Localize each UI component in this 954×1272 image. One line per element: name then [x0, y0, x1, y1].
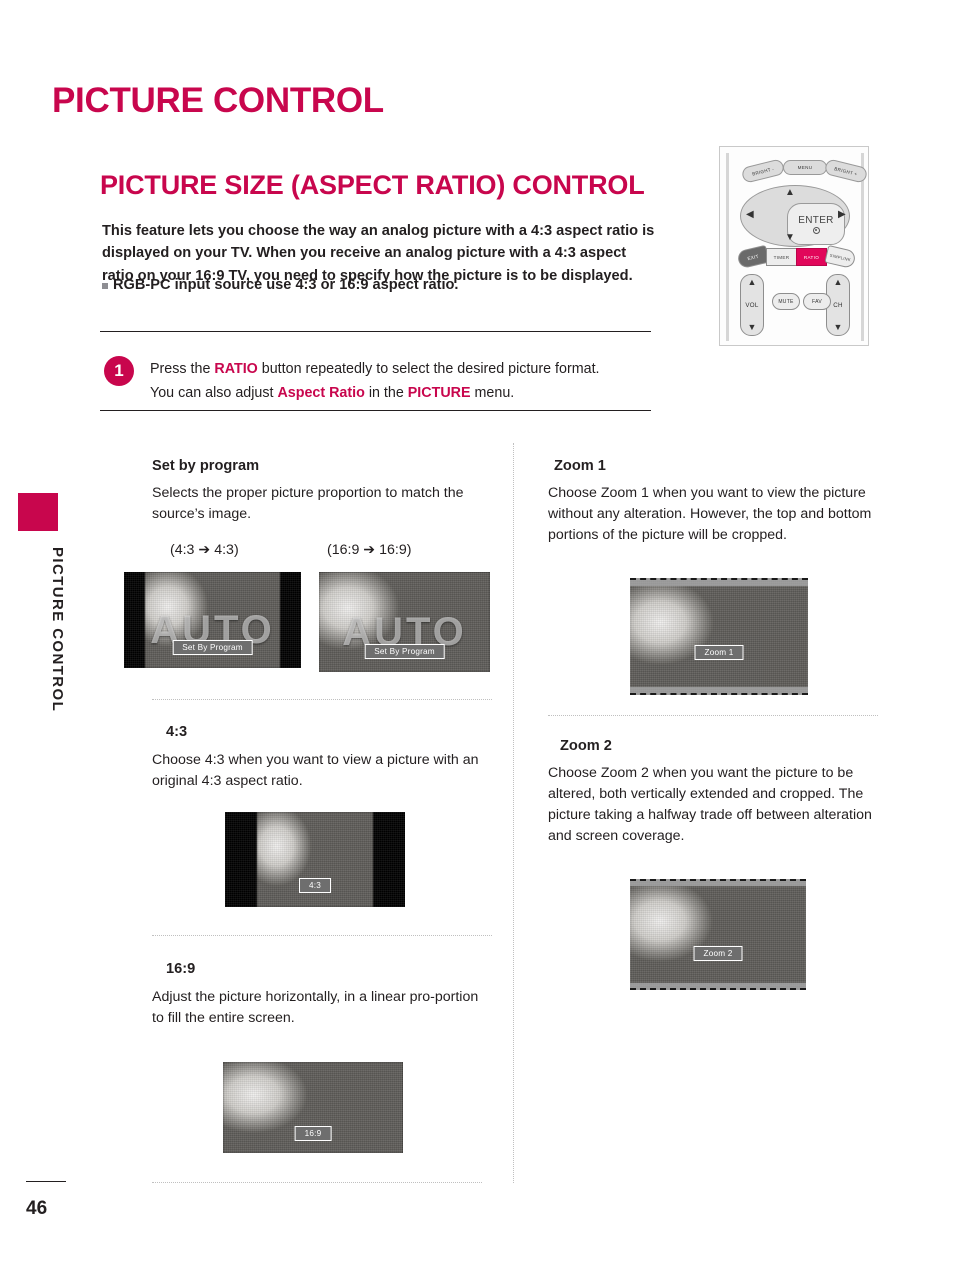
remote-button-simplink[interactable]: SIMPLINK [824, 244, 857, 270]
osd-label-zoom-2: Zoom 2 [693, 946, 743, 961]
section-title: PICTURE SIZE (ASPECT RATIO) CONTROL [100, 170, 645, 201]
heading-16-9: 16:9 [166, 961, 196, 977]
osd-label-zoom-1: Zoom 1 [694, 645, 744, 660]
step-rule-bottom [100, 410, 651, 411]
osd-label-16-9: 16:9 [294, 1126, 332, 1141]
heading-set-by-program: Set by program [152, 458, 260, 474]
remote-volume-label: VOL [745, 301, 759, 309]
osd-label-set-by-program: Set By Program [172, 640, 253, 655]
screen-grain-overlay [630, 578, 808, 695]
screenshot-16-9: 16:9 [223, 1062, 403, 1153]
crop-dashed-line-bottom [630, 988, 806, 990]
remote-channel-down-icon[interactable]: ▼ [834, 323, 843, 332]
screenshot-zoom-2: Zoom 2 [630, 879, 806, 990]
remote-channel-label: CH [833, 301, 843, 309]
remote-channel-up-icon[interactable]: ▲ [834, 278, 843, 287]
separator-left-1 [152, 699, 492, 700]
separator-left-3 [152, 1182, 482, 1183]
step-line2-part3: menu. [470, 385, 515, 401]
heading-zoom-2: Zoom 2 [560, 738, 612, 754]
body-zoom-1: Choose Zoom 1 when you want to view the … [548, 485, 872, 543]
remote-volume-up-icon[interactable]: ▲ [748, 278, 757, 287]
heading-zoom-1: Zoom 1 [554, 458, 606, 474]
remote-button-ratio[interactable]: RATIO [796, 248, 827, 266]
separator-left-2 [152, 935, 492, 936]
screenshot-set-by-program-16-9: AUTO Set By Program [319, 572, 490, 672]
remote-dpad[interactable]: ENTER [740, 185, 850, 247]
remote-button-mute[interactable]: MUTE [772, 293, 800, 310]
column-divider [513, 443, 514, 1183]
remote-button-fav[interactable]: FAV [803, 293, 831, 310]
remote-enter-dot-icon [812, 226, 820, 234]
screenshot-set-by-program-4-3: AUTO Set By Program [124, 572, 301, 668]
step-line1-part1: Press the [150, 361, 215, 377]
chapter-side-label: PICTURE CONTROL [49, 547, 66, 713]
remote-control-illustration: BRIGHT - MENU BRIGHT + ENTER ▲ ▼ ◀ ▶ EXI… [719, 146, 869, 346]
section-bullet-item: RGB-PC input source use 4:3 or 16:9 aspe… [102, 274, 658, 296]
remote-arrow-up-icon[interactable]: ▲ [785, 188, 795, 198]
remote-enter-label: ENTER [798, 214, 834, 226]
screen-grain-overlay [630, 879, 806, 990]
body-16-9: Adjust the picture horizontally, in a li… [152, 989, 479, 1026]
bullet-square-icon [102, 283, 108, 289]
step-instruction-text: Press the RATIO button repeatedly to sel… [150, 357, 650, 405]
remote-arrow-right-icon[interactable]: ▶ [838, 210, 846, 220]
screenshot-4-3: 4:3 [225, 812, 405, 907]
crop-dashed-line-top [630, 879, 806, 881]
section-bullet-text: RGB-PC input source use 4:3 or 16:9 aspe… [113, 277, 459, 293]
remote-button-menu[interactable]: MENU [783, 160, 827, 175]
remote-rocker-volume[interactable]: ▲ VOL ▼ [740, 274, 764, 336]
step-keyword-aspect-ratio: Aspect Ratio [277, 385, 365, 401]
body-4-3: Choose 4:3 when you want to view a pictu… [152, 752, 479, 789]
remote-button-enter[interactable]: ENTER [787, 203, 845, 245]
remote-left-rail [726, 153, 729, 341]
body-set-by-program: Selects the proper picture proportion to… [152, 485, 464, 522]
caption-set-by-program-left: (4:3 ➔ 4:3) [170, 542, 239, 558]
remote-arrow-left-icon[interactable]: ◀ [746, 210, 754, 220]
remote-button-bright-minus[interactable]: BRIGHT - [740, 158, 786, 184]
step-line2-part2: in the [364, 385, 408, 401]
remote-button-timer[interactable]: TIMER [766, 248, 797, 266]
step-keyword-ratio: RATIO [214, 361, 258, 377]
crop-dashed-line-top [630, 578, 808, 580]
osd-label-4-3: 4:3 [299, 878, 331, 893]
step-line2-part1: You can also adjust [150, 385, 278, 401]
page-number-rule [26, 1181, 66, 1182]
caption-set-by-program-right: (16:9 ➔ 16:9) [327, 542, 412, 558]
body-zoom-2: Choose Zoom 2 when you want the picture … [548, 765, 872, 844]
remote-button-exit[interactable]: EXIT [736, 244, 770, 270]
crop-dashed-line-bottom [630, 693, 808, 695]
step-keyword-picture: PICTURE [407, 385, 471, 401]
step-number-badge: 1 [104, 356, 134, 386]
page-title: PICTURE CONTROL [52, 81, 384, 121]
osd-label-set-by-program: Set By Program [364, 644, 445, 659]
remote-function-row: EXIT TIMER RATIO SIMPLINK [736, 244, 857, 270]
chapter-tab-marker [18, 493, 58, 531]
screenshot-zoom-1: Zoom 1 [630, 578, 808, 695]
remote-arrow-down-icon[interactable]: ▼ [785, 233, 795, 243]
page-number: 46 [26, 1198, 48, 1219]
step-rule-top [100, 331, 651, 332]
step-line1-part2: button repeatedly to select the desired … [257, 361, 600, 377]
remote-volume-down-icon[interactable]: ▼ [748, 323, 757, 332]
heading-4-3: 4:3 [166, 724, 188, 740]
separator-right-1 [548, 715, 878, 716]
